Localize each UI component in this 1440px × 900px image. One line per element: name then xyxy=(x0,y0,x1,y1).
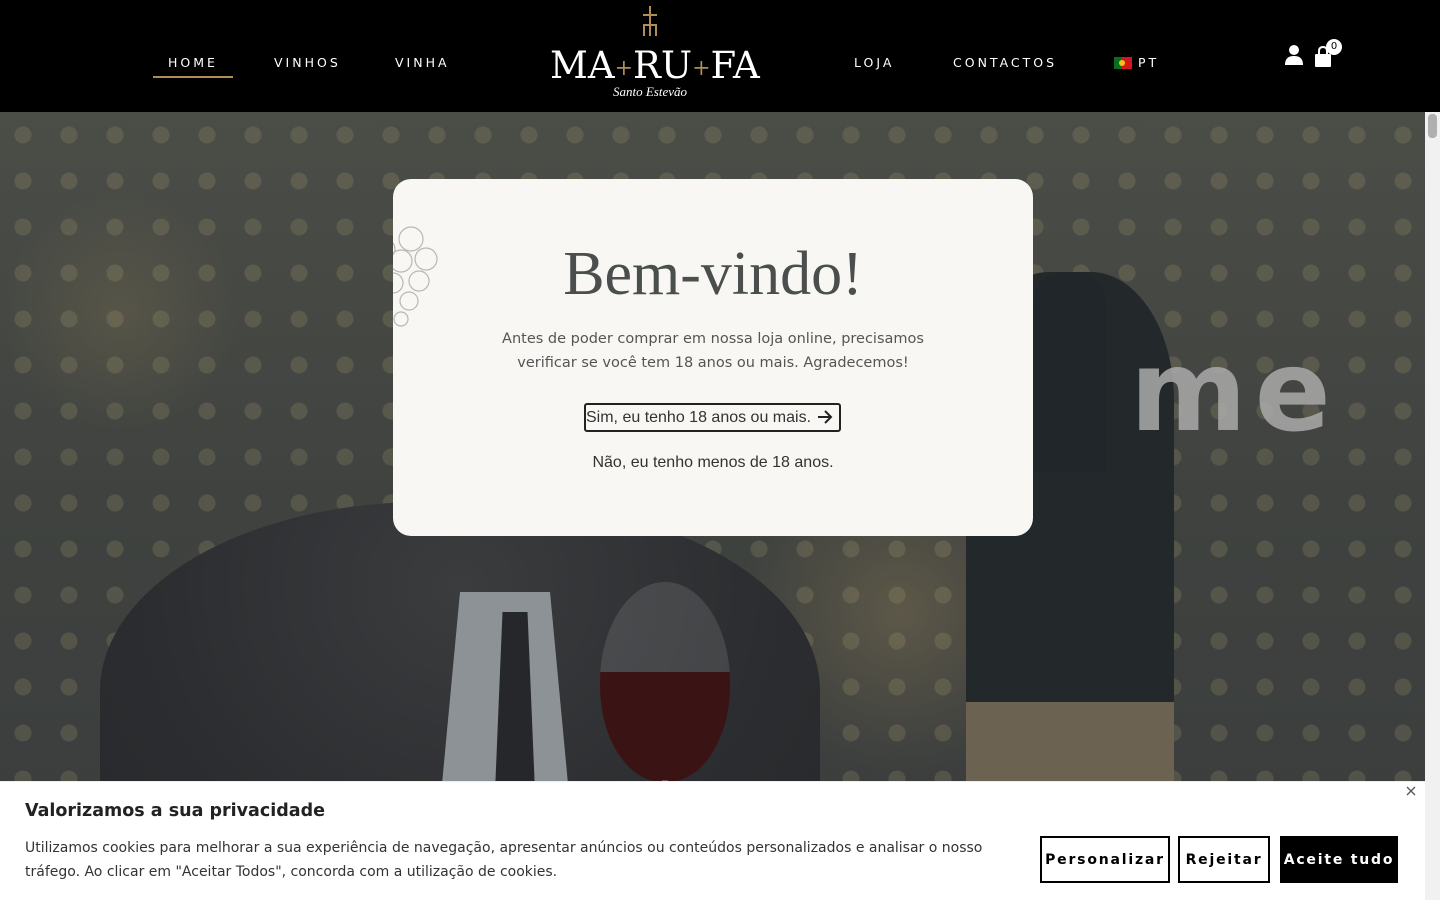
scrollbar-thumb[interactable] xyxy=(1428,114,1437,138)
language-label: PT xyxy=(1138,55,1160,70)
wine-bottle-neck xyxy=(1034,272,1106,472)
cookie-title: Valorizamos a sua privacidade xyxy=(25,801,325,821)
arrow-right-icon xyxy=(818,410,833,424)
close-icon[interactable] xyxy=(1404,784,1418,798)
accept-all-cookies-button[interactable]: Aceite tudo xyxy=(1280,836,1398,883)
age-verification-modal: Bem-vindo! Antes de poder comprar em nos… xyxy=(393,179,1033,536)
hero-headline: me xyxy=(1130,327,1339,457)
confirm-age-label: Sim, eu tenho 18 anos ou mais. xyxy=(586,409,812,426)
site-header: HOME VINHOS VINHA MA+RU+FA Santo Estevão… xyxy=(0,0,1425,112)
brand-subtitle: Santo Estevão xyxy=(612,84,687,99)
cross-emblem-icon xyxy=(643,6,657,36)
nav-contactos[interactable]: CONTACTOS xyxy=(953,55,1057,70)
page-scrollbar[interactable] xyxy=(1425,112,1440,900)
confirm-age-button[interactable]: Sim, eu tenho 18 anos ou mais. xyxy=(584,403,841,432)
cookie-consent-banner: Valorizamos a sua privacidade Utilizamos… xyxy=(0,781,1425,900)
nav-home[interactable]: HOME xyxy=(153,55,233,78)
reject-cookies-button[interactable]: Rejeitar xyxy=(1178,836,1270,883)
wine-glass-image xyxy=(600,582,730,782)
customize-cookies-button[interactable]: Personalizar xyxy=(1040,836,1170,883)
modal-title: Bem-vindo! xyxy=(563,240,863,308)
modal-description: Antes de poder comprar em nossa loja onl… xyxy=(502,331,924,371)
nav-loja[interactable]: LOJA xyxy=(854,55,894,70)
nav-vinha[interactable]: VINHA xyxy=(395,55,450,70)
user-account-icon[interactable] xyxy=(1284,44,1304,66)
brand-logo[interactable]: MA+RU+FA Santo Estevão xyxy=(550,6,760,106)
portugal-flag-icon xyxy=(1114,56,1132,69)
cart-count-badge: 0 xyxy=(1326,39,1342,55)
deny-age-link[interactable]: Não, eu tenho menos de 18 anos. xyxy=(393,454,1033,472)
cookie-description: Utilizamos cookies para melhorar a sua e… xyxy=(25,840,983,880)
language-selector[interactable]: PT xyxy=(1114,55,1159,70)
nav-vinhos[interactable]: VINHOS xyxy=(274,55,341,70)
brand-wordmark: MA+RU+FA xyxy=(550,44,760,87)
